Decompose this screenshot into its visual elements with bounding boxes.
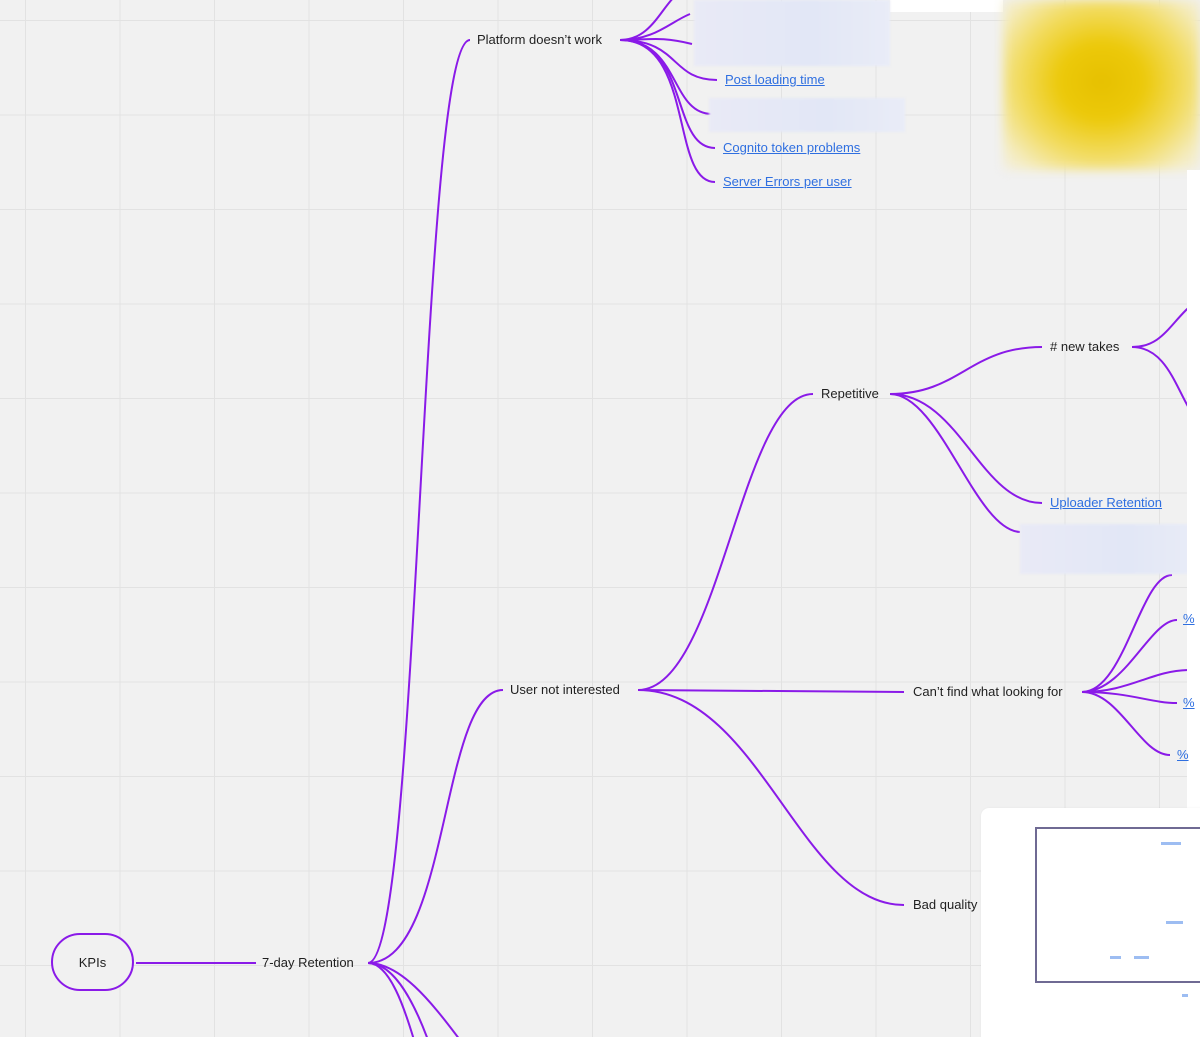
redacted-block-top: [694, 0, 890, 66]
node-bad-quality[interactable]: Bad quality: [913, 897, 977, 913]
connector-repetitive-redacted: [889, 393, 1021, 533]
redacted-block-right: [1020, 524, 1200, 574]
connector-user-cantfind: [637, 689, 905, 693]
connector-user-badquality: [637, 689, 905, 906]
link-cognito-token-problems[interactable]: Cognito token problems: [723, 140, 860, 156]
mind-map-canvas[interactable]: KPIs 7-day Retention Platform doesn’t wo…: [0, 0, 1200, 1037]
connector-retention-down-1: [367, 962, 459, 1037]
link-percent-3[interactable]: %: [1177, 747, 1189, 763]
frame-dash-1: [1161, 842, 1181, 845]
connector-user-repetitive: [637, 393, 814, 691]
white-card-top: [890, 0, 1003, 12]
node-7-day-retention[interactable]: 7-day Retention: [262, 955, 354, 971]
connector-platform-up-2: [619, 13, 691, 41]
connector-cantfind-4: [1081, 691, 1178, 704]
connector-cantfind-2: [1081, 619, 1178, 693]
link-uploader-retention[interactable]: Uploader Retention: [1050, 495, 1162, 511]
connector-newtakes-down: [1131, 346, 1191, 411]
frame-dash-2: [1166, 921, 1183, 924]
node-kpis-label: KPIs: [78, 954, 107, 970]
node-new-takes[interactable]: # new takes: [1050, 339, 1119, 355]
node-cant-find-what-looking-for[interactable]: Can’t find what looking for: [913, 684, 1063, 700]
frame-border-box: [1035, 827, 1200, 983]
redacted-block-middle: [709, 98, 905, 132]
connector-repetitive-newtakes: [889, 346, 1043, 395]
frame-dash-4: [1134, 956, 1149, 959]
node-platform-doesnt-work[interactable]: Platform doesn’t work: [477, 32, 602, 48]
right-edge-panel: [1187, 170, 1200, 808]
frame-dash-3: [1110, 956, 1121, 959]
connector-retention-user: [367, 689, 504, 964]
link-server-errors-per-user[interactable]: Server Errors per user: [723, 174, 852, 190]
frame-dash-5: [1182, 994, 1188, 997]
connector-repetitive-uploader: [889, 393, 1043, 504]
link-percent-1[interactable]: %: [1183, 611, 1195, 627]
connector-retention-platform: [367, 39, 471, 964]
sticky-note-yellow[interactable]: [1003, 0, 1200, 170]
node-kpis[interactable]: KPIs: [51, 933, 134, 991]
node-user-not-interested[interactable]: User not interested: [510, 682, 620, 698]
link-post-loading-time[interactable]: Post loading time: [725, 72, 825, 88]
node-repetitive[interactable]: Repetitive: [821, 386, 879, 402]
connector-platform-up-1: [619, 0, 673, 41]
link-percent-2[interactable]: %: [1183, 695, 1195, 711]
